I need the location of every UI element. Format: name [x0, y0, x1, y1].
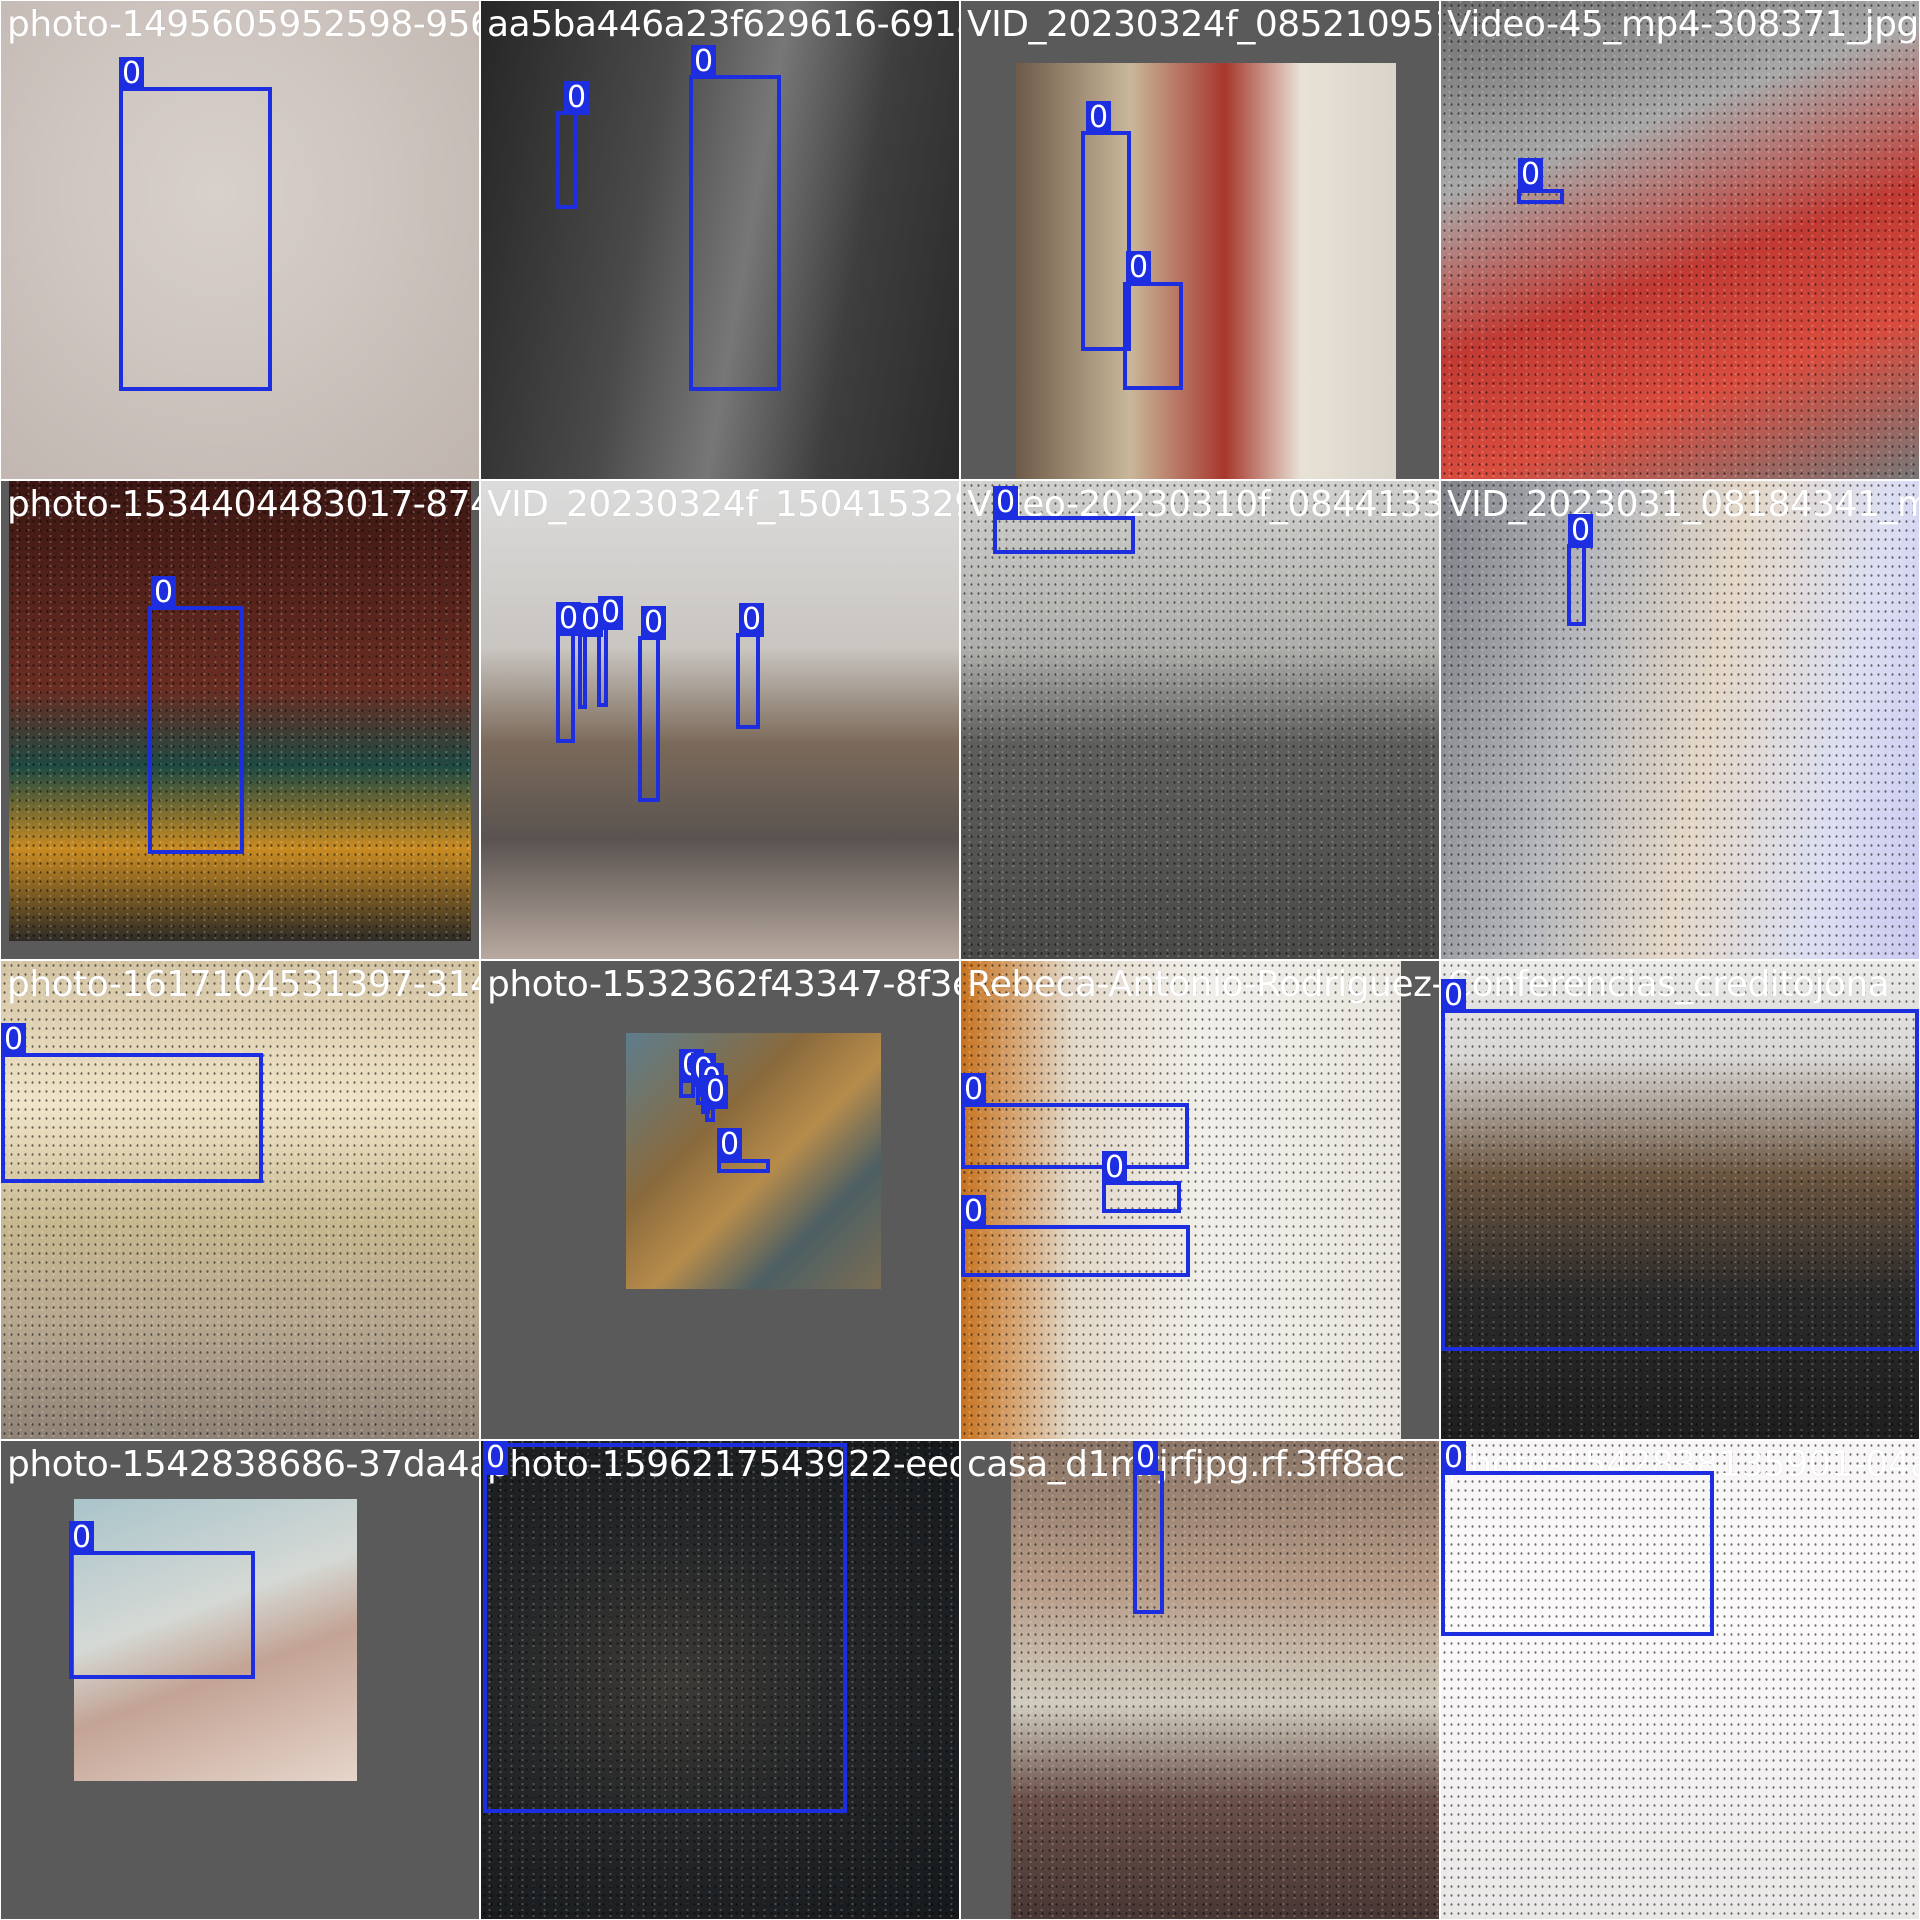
bounding-box: [961, 1103, 1189, 1169]
mosaic-tile: Video-20230310f_084413341_mp4-0: [961, 481, 1439, 959]
class-label: 0: [1441, 979, 1467, 1013]
class-label: 0: [961, 1073, 987, 1107]
class-label: 0: [151, 576, 177, 610]
tile-photo: [1016, 63, 1396, 479]
tile-filename: VID_20230324f_085210951_mp4-: [967, 4, 1439, 45]
tile-filename: VID_20230324f_150415329_mp4-: [487, 484, 959, 525]
class-label: 0: [1102, 1151, 1128, 1185]
mosaic-tile: photo-1542838686-37da4a9fd1b3_jpg.rf. 0: [1, 1441, 479, 1919]
bounding-box: [1133, 1471, 1164, 1614]
noise-overlay: [1441, 481, 1919, 959]
mosaic-tile: VID_20230324f_085210951_mp4- 0 0: [961, 1, 1439, 479]
class-label: 0: [69, 1521, 95, 1555]
bounding-box: [993, 516, 1135, 554]
class-label: 0: [703, 1075, 729, 1109]
class-label: 0: [1568, 514, 1594, 548]
mosaic-tile: photo-1495605952598-956edba58844_jpg.rf.…: [1, 1, 479, 479]
bounding-box: [597, 626, 608, 707]
bounding-box: [1102, 1181, 1181, 1213]
class-label: 0: [1, 1023, 27, 1057]
class-label: 0: [691, 45, 717, 79]
noise-overlay: [1011, 1441, 1439, 1919]
bounding-box: [148, 606, 244, 854]
tile-photo: [1011, 1441, 1439, 1919]
mosaic-tile: Video-45_mp4-308371_jpg.rf.bf4722 0: [1441, 1, 1919, 479]
class-label: 0: [739, 603, 765, 637]
tile-filename: photo-1534404483017-8743b09e2023_jpg.rf.: [7, 484, 479, 525]
tile-filename: Video-45_mp4-308371_jpg.rf.bf4722: [1447, 4, 1919, 45]
bounding-box: [1567, 544, 1586, 626]
mosaic-tile: Conferencias_creditojona 0: [1441, 961, 1919, 1439]
class-label: 0: [1133, 1441, 1159, 1475]
noise-overlay: [961, 961, 1401, 1439]
mosaic-tile: Rebeca-Antonio-Rodriguez-1884_jpg.rf. 0 0 0: [961, 961, 1439, 1439]
bounding-box: [736, 633, 760, 729]
tile-photo: [1441, 1, 1919, 479]
bounding-box: [961, 1225, 1190, 1277]
tile-photo: [1441, 481, 1919, 959]
noise-overlay: [1441, 1, 1919, 479]
mosaic-tile: casa_d1mrjrfjpg.rf.3ff8ac 0: [961, 1441, 1439, 1919]
bounding-box: [689, 75, 781, 391]
bounding-box: [556, 111, 577, 209]
mosaic-tile: photo-1596217543922-eedeeaba9d91_jpg.rf.…: [481, 1441, 959, 1919]
mosaic-tile: photo-1534404483017-8743b09e2023_jpg.rf.…: [1, 481, 479, 959]
noise-overlay: [1, 961, 479, 1439]
tile-filename: Conferencias_creditojona: [1447, 964, 1890, 1005]
bounding-box: [483, 1443, 847, 1813]
class-label: 0: [564, 81, 590, 115]
tile-filename: aa5ba446a23f629616-691a93855882_jpg.rf.: [487, 4, 959, 45]
tile-filename: Rebeca-Antonio-Rodriguez-1884_jpg.rf.: [967, 964, 1439, 1005]
class-label: 0: [598, 596, 624, 630]
mosaic-tile: photo-1542838135901-04ac 0: [1441, 1441, 1919, 1919]
bounding-box: [1441, 1009, 1919, 1351]
tile-photo: [481, 481, 959, 959]
mosaic-grid: photo-1495605952598-956edba58844_jpg.rf.…: [0, 0, 1920, 1920]
tile-filename: photo-1542838686-37da4a9fd1b3_jpg.rf.: [7, 1444, 479, 1485]
class-label: 0: [1126, 251, 1152, 285]
tile-photo: [1, 961, 479, 1439]
tile-filename: casa_d1mrjrfjpg.rf.3ff8ac: [967, 1444, 1405, 1485]
class-label: 0: [1441, 1441, 1467, 1475]
bounding-box: [1123, 282, 1183, 390]
tile-filename: photo-1617104531397-3147d02a1708_jpg.rf.: [7, 964, 479, 1005]
mosaic-tile: photo-1617104531397-3147d02a1708_jpg.rf.…: [1, 961, 479, 1439]
class-label: 0: [961, 1195, 987, 1229]
class-label: 0: [993, 486, 1019, 520]
mosaic-tile: aa5ba446a23f629616-691a93855882_jpg.rf.0…: [481, 1, 959, 479]
mosaic-tile: VID_2023031_08184341_mp4-0: [1441, 481, 1919, 959]
tile-filename: VID_2023031_08184341_mp4-: [1447, 484, 1919, 525]
class-label: 0: [717, 1128, 743, 1162]
bounding-box: [1, 1053, 263, 1183]
tile-filename: photo-1495605952598-956edba58844_jpg.rf.: [7, 4, 479, 45]
class-label: 0: [483, 1441, 509, 1475]
bounding-box: [556, 632, 575, 743]
bounding-box: [119, 87, 272, 391]
tile-filename: photo-1532362f43347-8f3efdeb4498_jpg.rf.: [487, 964, 959, 1005]
class-label: 0: [119, 57, 145, 91]
mosaic-tile: VID_20230324f_150415329_mp4-00000: [481, 481, 959, 959]
bounding-box: [578, 633, 587, 709]
class-label: 0: [641, 606, 667, 640]
bounding-box: [69, 1551, 255, 1679]
tile-photo: [961, 961, 1401, 1439]
class-label: 0: [1086, 101, 1112, 135]
bounding-box: [638, 636, 660, 802]
bounding-box: [1441, 1471, 1714, 1636]
mosaic-tile: photo-1532362f43347-8f3efdeb4498_jpg.rf.…: [481, 961, 959, 1439]
class-label: 0: [1518, 158, 1544, 192]
